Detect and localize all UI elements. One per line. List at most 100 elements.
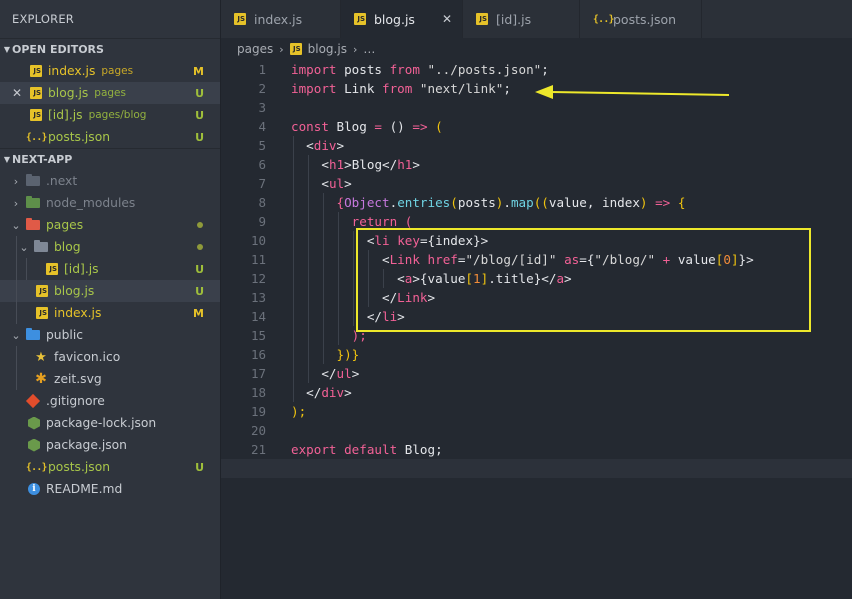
line-number: 2 <box>258 81 266 96</box>
tree-item-label: .gitignore <box>46 394 105 408</box>
breadcrumb: pages › JS blog.js › … <box>221 38 852 60</box>
modified-badge: M <box>193 64 204 78</box>
public-folder-icon <box>26 328 40 340</box>
folder-open-icon <box>34 240 48 252</box>
tab-blog-js[interactable]: JS blog.js ✕ <box>341 0 463 38</box>
line-number: 11 <box>250 252 266 267</box>
breadcrumb-folder[interactable]: pages <box>237 42 273 56</box>
code-line: import posts from "../posts.json"; <box>291 62 549 77</box>
tree-item-label: .next <box>46 174 78 188</box>
indent-guide <box>26 258 27 280</box>
tab-label: blog.js <box>374 11 415 27</box>
open-editor-desc: pages <box>94 87 126 99</box>
open-editor-blog-js[interactable]: ✕ JS blog.js pages U <box>0 82 220 104</box>
tree-item-label: README.md <box>46 482 123 496</box>
line-number: 6 <box>258 157 266 172</box>
close-icon[interactable]: ✕ <box>442 12 452 26</box>
line-number: 16 <box>250 347 266 362</box>
chevron-down-icon: ▼ <box>3 154 11 164</box>
node-folder-icon <box>26 196 40 208</box>
folder-icon <box>26 174 40 186</box>
info-icon: i <box>28 483 40 495</box>
breadcrumb-more[interactable]: … <box>363 42 375 56</box>
open-editor-name: index.js <box>48 64 96 78</box>
untracked-badge: U <box>195 284 204 298</box>
tree-item-package[interactable]: package.json <box>0 434 220 456</box>
tree-item-gitignore[interactable]: .gitignore <box>0 390 220 412</box>
chevron-right-icon: › <box>13 174 19 188</box>
js-file-icon: JS <box>36 285 48 297</box>
open-editor-posts-json[interactable]: {..} posts.json U <box>0 126 220 148</box>
modified-badge: M <box>193 306 204 320</box>
tree-item-public[interactable]: ⌄ public <box>0 324 220 346</box>
breadcrumb-file[interactable]: blog.js <box>308 42 347 56</box>
line-number: 9 <box>258 214 266 229</box>
annotation-arrow-icon <box>535 85 730 99</box>
changes-dot <box>197 222 203 228</box>
code-line: export default Blog; <box>291 442 443 457</box>
npm-icon <box>28 416 40 430</box>
tab-posts-json[interactable]: {..} posts.json <box>580 0 702 38</box>
open-editor-desc: pages/blog <box>88 109 147 121</box>
line-number: 5 <box>258 138 266 153</box>
tree-item-blog-folder[interactable]: ⌄ blog <box>0 236 220 258</box>
code-line: const Blog = () => ( <box>291 119 443 134</box>
js-file-icon: JS <box>30 109 42 121</box>
tree-item-label: node_modules <box>46 196 136 210</box>
line-number-gutter: 1 2 3 4 5 6 7 8 9 10 11 12 13 14 15 16 1… <box>221 60 283 478</box>
tree-item-index-js[interactable]: JS index.js M <box>0 302 220 324</box>
tree-item-favicon[interactable]: ★ favicon.ico <box>0 346 220 368</box>
git-icon <box>25 393 41 409</box>
tree-item-label: [id].js <box>64 262 99 276</box>
tab-id-js[interactable]: JS [id].js <box>463 0 580 38</box>
tree-item-posts-json[interactable]: {..} posts.json U <box>0 456 220 478</box>
json-file-icon: {..} <box>593 13 614 25</box>
tree-item-package-lock[interactable]: package-lock.json <box>0 412 220 434</box>
tree-item-label: public <box>46 328 83 342</box>
open-editor-name: posts.json <box>48 130 111 144</box>
code-line: </div> <box>291 383 852 402</box>
indent-guide <box>16 280 17 302</box>
open-editor-name: [id].js <box>48 108 83 122</box>
line-number: 19 <box>250 404 266 419</box>
tab-bar: JS index.js JS blog.js ✕ JS [id].js {..}… <box>221 0 852 38</box>
npm-icon <box>28 438 40 452</box>
tree-item-node-modules[interactable]: › node_modules <box>0 192 220 214</box>
tree-item-next[interactable]: › .next <box>0 170 220 192</box>
tree-item-label: posts.json <box>48 460 111 474</box>
tree-item-label: package-lock.json <box>46 416 157 430</box>
js-file-icon: JS <box>46 263 58 275</box>
tree-item-label: blog.js <box>54 284 95 298</box>
code-line: {Object.entries(posts).map((value, index… <box>291 193 852 212</box>
tree-item-zeit[interactable]: ✱ zeit.svg <box>0 368 220 390</box>
svg-file-icon: ✱ <box>35 371 47 387</box>
tree-item-blog-js[interactable]: JS blog.js U <box>0 280 220 302</box>
line-number: 15 <box>250 328 266 343</box>
tree-item-label: package.json <box>46 438 127 452</box>
json-file-icon: {..} <box>26 461 47 473</box>
tree-item-id-js[interactable]: JS [id].js U <box>0 258 220 280</box>
code-line-current <box>221 459 852 478</box>
js-file-icon: JS <box>476 13 488 25</box>
star-icon: ★ <box>35 349 47 365</box>
tree-item-pages[interactable]: ⌄ pages <box>0 214 220 236</box>
line-number: 7 <box>258 176 266 191</box>
project-header[interactable]: ▼ NEXT-APP <box>0 148 220 170</box>
open-editor-id-js[interactable]: JS [id].js pages/blog U <box>0 104 220 126</box>
code-line: <h1>Blog</h1> <box>291 155 852 174</box>
js-file-icon: JS <box>30 87 42 99</box>
tree-item-readme[interactable]: i README.md <box>0 478 220 500</box>
open-editor-index-js[interactable]: JS index.js pages M <box>0 60 220 82</box>
indent-guide <box>16 236 17 258</box>
tab-index-js[interactable]: JS index.js <box>221 0 341 38</box>
chevron-down-icon: ⌄ <box>11 328 21 342</box>
close-icon[interactable]: ✕ <box>12 86 22 100</box>
open-editors-label: OPEN EDITORS <box>12 42 104 56</box>
open-editors-header[interactable]: ▼ OPEN EDITORS <box>0 38 220 60</box>
chevron-right-icon: › <box>352 42 358 56</box>
line-number: 3 <box>258 100 266 115</box>
code-line: <ul> <box>291 174 852 193</box>
line-number: 21 <box>250 442 266 457</box>
js-file-icon: JS <box>30 65 42 77</box>
